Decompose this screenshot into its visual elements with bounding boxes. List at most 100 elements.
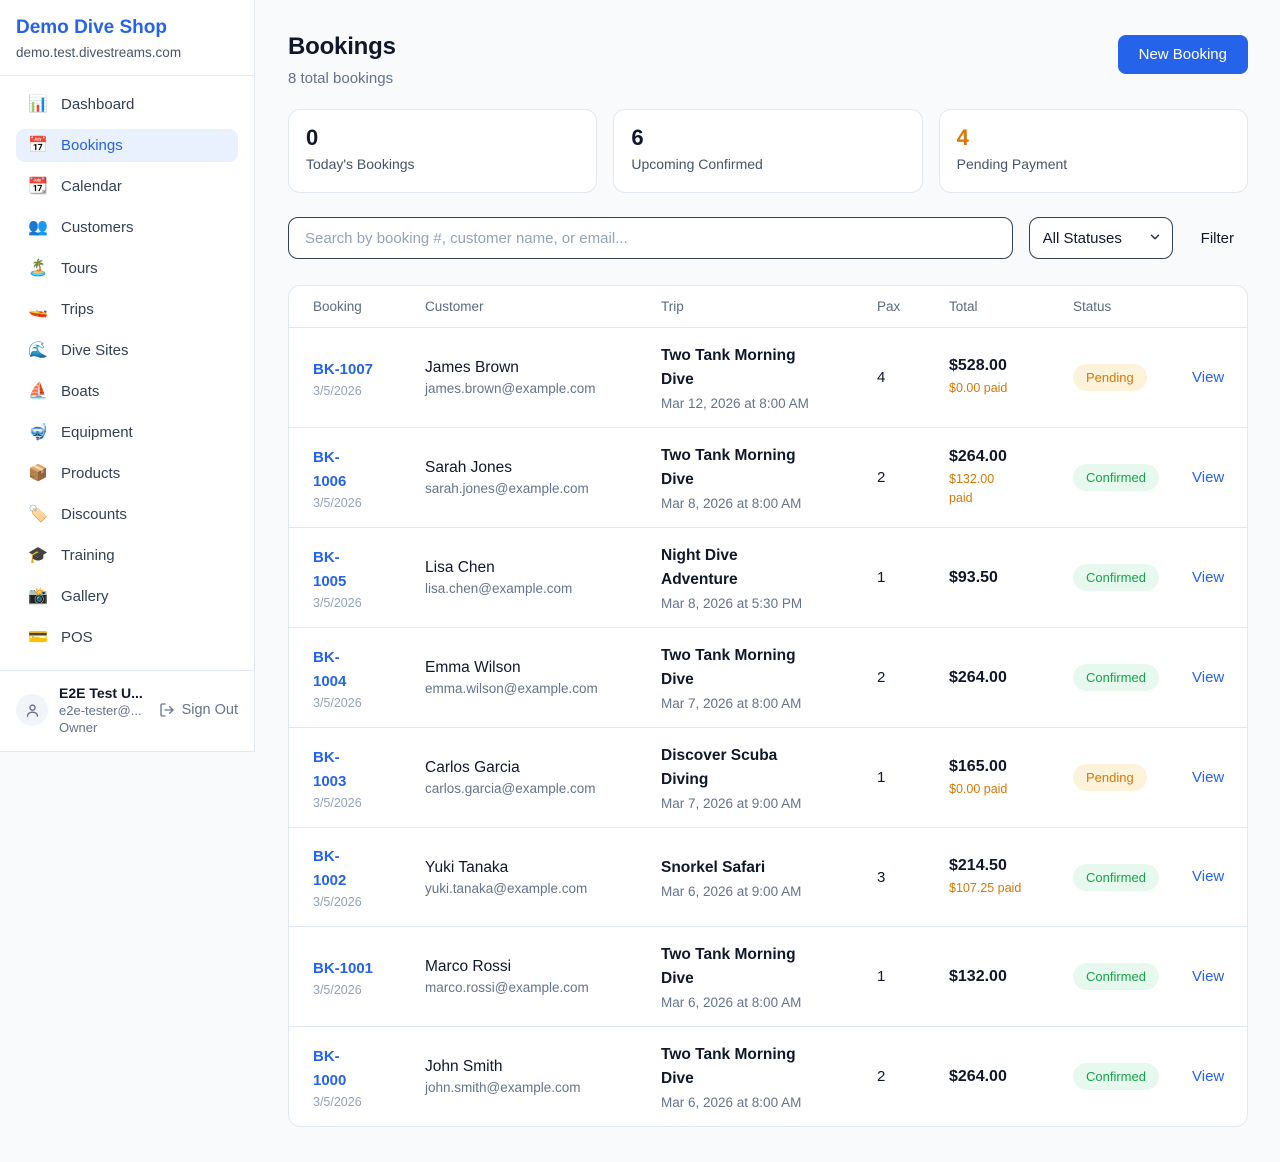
customer-email: carlos.garcia@example.com (425, 781, 651, 796)
booking-link[interactable]: BK-1005 (313, 546, 355, 594)
paid-amount: $132.00 paid (949, 470, 1005, 506)
avatar (16, 694, 48, 726)
view-cell: View (1192, 868, 1223, 886)
stat-value: 6 (631, 125, 904, 151)
customer-name: James Brown (425, 359, 651, 377)
filter-button[interactable]: Filter (1201, 230, 1234, 247)
trip-name: Two Tank Morning Dive (661, 943, 813, 991)
booking-link[interactable]: BK-1001 (313, 957, 415, 981)
table-row: BK-10023/5/2026Yuki Tanakayuki.tanaka@ex… (289, 827, 1247, 926)
search-input[interactable] (288, 217, 1013, 259)
stat-label: Today's Bookings (306, 156, 579, 172)
booking-link[interactable]: BK-1004 (313, 646, 355, 694)
view-cell: View (1192, 1068, 1223, 1086)
pax-value: 2 (877, 1068, 949, 1085)
filters-row: All Statuses Filter (288, 217, 1248, 259)
sidebar-item-boats[interactable]: ⛵Boats (16, 375, 238, 408)
booking-cell: BK-10053/5/2026 (313, 546, 425, 610)
calendar-icon: 📆 (28, 179, 48, 195)
sidebar-item-products[interactable]: 📦 Products (16, 457, 238, 490)
booking-cell: BK-10003/5/2026 (313, 1045, 425, 1109)
table-row: BK-10013/5/2026Marco Rossimarco.rossi@ex… (289, 926, 1247, 1026)
pax-value: 3 (877, 869, 949, 886)
view-link[interactable]: View (1192, 369, 1224, 386)
sidebar-item-equipment[interactable]: 🤿Equipment (16, 416, 238, 449)
sidebar-item-dive-sites[interactable]: 🌊Dive Sites (16, 334, 238, 367)
sign-out-button[interactable]: Sign Out (159, 702, 238, 718)
trip-cell: Snorkel SafariMar 6, 2026 at 9:00 AM (661, 856, 877, 899)
pax-value: 1 (877, 968, 949, 985)
booking-cell: BK-1001 3/5/2026 (313, 957, 425, 997)
view-link[interactable]: View (1192, 968, 1224, 985)
customer-email: yuki.tanaka@example.com (425, 881, 651, 896)
sidebar-item-label: Tours (61, 260, 98, 277)
sidebar-item-training[interactable]: 🎓Training (16, 539, 238, 572)
trip-name: Discover Scuba Diving (661, 744, 813, 792)
sign-out-icon (159, 702, 175, 718)
stat-label: Pending Payment (957, 156, 1230, 172)
view-link[interactable]: View (1192, 469, 1224, 486)
trip-name: Two Tank Morning Dive (661, 444, 813, 492)
customer-cell: James Brownjames.brown@example.com (425, 359, 661, 396)
booking-date: 3/5/2026 (313, 983, 415, 997)
discounts-icon: 🏷️ (28, 507, 48, 523)
booking-link[interactable]: BK-1006 (313, 446, 355, 494)
view-link[interactable]: View (1192, 868, 1224, 885)
page-header: Bookings 8 total bookings New Booking (288, 33, 1248, 87)
status-cell: Confirmed (1073, 664, 1192, 691)
booking-cell: BK-10023/5/2026 (313, 845, 425, 909)
pax-value: 1 (877, 569, 949, 586)
training-icon: 🎓 (28, 548, 48, 564)
booking-cell: BK-10033/5/2026 (313, 746, 425, 810)
sidebar-item-discounts[interactable]: 🏷️Discounts (16, 498, 238, 531)
status-badge: Confirmed (1073, 963, 1159, 990)
total-amount: $528.00 (949, 357, 1063, 375)
column-header-booking: Booking (313, 299, 425, 314)
main-content: Bookings 8 total bookings New Booking 0 … (255, 0, 1280, 1161)
view-link[interactable]: View (1192, 569, 1224, 586)
shop-name[interactable]: Demo Dive Shop (16, 17, 238, 39)
sidebar-item-customers[interactable]: 👥Customers (16, 211, 238, 244)
sidebar-item-dashboard[interactable]: 📊Dashboard (16, 88, 238, 121)
trip-cell: Night Dive AdventureMar 8, 2026 at 5:30 … (661, 544, 877, 611)
stats-row: 0 Today's Bookings 6 Upcoming Confirmed … (288, 109, 1248, 193)
table-row: BK-10043/5/2026Emma Wilsonemma.wilson@ex… (289, 627, 1247, 727)
booking-link[interactable]: BK-1003 (313, 746, 355, 794)
products-icon: 📦 (28, 466, 48, 482)
trip-datetime: Mar 8, 2026 at 8:00 AM (661, 496, 867, 511)
view-link[interactable]: View (1192, 669, 1224, 686)
sidebar-item-trips[interactable]: 🚤Trips (16, 293, 238, 326)
view-cell: View (1192, 569, 1223, 587)
booking-link[interactable]: BK-1007 (313, 358, 415, 382)
customer-cell: Yuki Tanakayuki.tanaka@example.com (425, 859, 661, 896)
column-header-status: Status (1073, 299, 1192, 314)
table-row: BK-10033/5/2026Carlos Garciacarlos.garci… (289, 727, 1247, 827)
sidebar-item-pos[interactable]: 💳POS (16, 621, 238, 654)
trip-name: Snorkel Safari (661, 856, 813, 880)
status-filter-wrap: All Statuses (1029, 217, 1173, 259)
booking-link[interactable]: BK-1000 (313, 1045, 355, 1093)
trips-icon: 🚤 (28, 302, 48, 318)
sidebar-item-label: Products (61, 465, 120, 482)
sidebar-item-bookings[interactable]: 📅Bookings (16, 129, 238, 162)
new-booking-button[interactable]: New Booking (1118, 35, 1248, 74)
sidebar-item-tours[interactable]: 🏝️Tours (16, 252, 238, 285)
status-filter-select[interactable]: All Statuses (1029, 217, 1173, 259)
total-cell: $264.00 (949, 669, 1073, 687)
user-role: Owner (59, 720, 143, 735)
trip-datetime: Mar 6, 2026 at 8:00 AM (661, 995, 867, 1010)
sidebar-item-calendar[interactable]: 📆Calendar (16, 170, 238, 203)
status-badge: Confirmed (1073, 664, 1159, 691)
view-link[interactable]: View (1192, 1068, 1224, 1085)
app-root: Demo Dive Shop demo.test.divestreams.com… (0, 0, 1280, 1161)
trip-name: Two Tank Morning Dive (661, 344, 813, 392)
sidebar-item-gallery[interactable]: 📸Gallery (16, 580, 238, 613)
view-link[interactable]: View (1192, 769, 1224, 786)
sidebar-item-label: Bookings (61, 137, 123, 154)
sidebar-user-section: E2E Test U... e2e-tester@... Owner Sign … (0, 670, 254, 751)
customer-email: marco.rossi@example.com (425, 980, 651, 995)
stat-value: 0 (306, 125, 579, 151)
trip-cell: Discover Scuba DivingMar 7, 2026 at 9:00… (661, 744, 877, 811)
trip-cell: Two Tank Morning DiveMar 7, 2026 at 8:00… (661, 644, 877, 711)
booking-link[interactable]: BK-1002 (313, 845, 355, 893)
